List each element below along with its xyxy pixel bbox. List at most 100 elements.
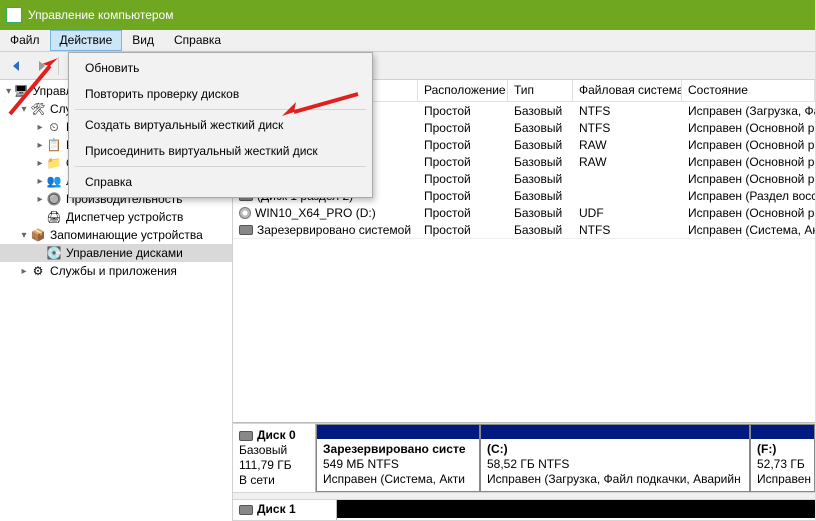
partition-size: 549 МБ NTFS xyxy=(323,457,473,472)
folder-icon: 📁 xyxy=(46,155,62,171)
partition-size: 58,52 ГБ NTFS xyxy=(487,457,743,472)
event-icon: 📋 xyxy=(46,137,62,153)
cd-icon xyxy=(239,207,251,219)
col-type[interactable]: Тип xyxy=(508,80,573,101)
disk0-type: Базовый xyxy=(239,443,309,458)
volume-layout: Простой xyxy=(418,172,508,186)
disk-map: Диск 0 Базовый 111,79 ГБ В сети Зарезерв… xyxy=(233,422,815,521)
volume-layout: Простой xyxy=(418,121,508,135)
services-icon: ⚙ xyxy=(30,263,46,279)
disk1-unallocated[interactable] xyxy=(337,500,815,518)
volume-type: Базовый xyxy=(508,104,573,118)
volume-fs: RAW xyxy=(573,138,682,152)
volume-type: Базовый xyxy=(508,138,573,152)
volume-name: Зарезервировано системой xyxy=(257,223,411,237)
partition-name: Зарезервировано систе xyxy=(323,442,473,457)
volume-layout: Простой xyxy=(418,155,508,169)
perf-icon: 🔘 xyxy=(46,191,62,207)
partition[interactable]: (F:)52,73 ГБИсправен xyxy=(750,424,815,492)
menu-action[interactable]: Действие xyxy=(50,30,123,51)
disk-icon xyxy=(239,431,253,441)
partition[interactable]: (C:)58,52 ГБ NTFSИсправен (Загрузка, Фай… xyxy=(480,424,750,492)
col-layout[interactable]: Расположение xyxy=(418,80,508,101)
volume-layout: Простой xyxy=(418,206,508,220)
dd-rescan[interactable]: Повторить проверку дисков xyxy=(71,81,370,107)
volume-fs: NTFS xyxy=(573,121,682,135)
tree-label: Управление дисками xyxy=(66,246,183,260)
volume-state: Исправен (Основной ра xyxy=(682,206,815,220)
dd-separator xyxy=(75,166,366,167)
partition[interactable]: Зарезервировано систе549 МБ NTFSИсправен… xyxy=(316,424,480,492)
col-fs[interactable]: Файловая система xyxy=(573,80,682,101)
menu-view[interactable]: Вид xyxy=(122,30,164,51)
tree-storage[interactable]: ▾ 📦 Запоминающие устройства xyxy=(0,226,232,244)
dd-create-vhd[interactable]: Создать виртуальный жесткий диск xyxy=(71,112,370,138)
volume-row[interactable]: WIN10_X64_PRO (D:)ПростойБазовыйUDFИспра… xyxy=(233,204,815,221)
toolbar-separator xyxy=(58,57,59,75)
disk-icon xyxy=(239,505,253,515)
volume-type: Базовый xyxy=(508,189,573,203)
device-icon: 🖨 xyxy=(46,209,62,225)
partition-strip xyxy=(751,425,814,439)
partition-strip xyxy=(317,425,479,439)
dd-separator xyxy=(75,109,366,110)
disk1-info[interactable]: Диск 1 xyxy=(233,500,337,520)
menu-file[interactable]: Файл xyxy=(0,30,50,51)
disk-icon xyxy=(239,225,253,235)
volume-state: Исправен (Основной ра xyxy=(682,172,815,186)
volume-row[interactable]: Зарезервировано системойПростойБазовыйNT… xyxy=(233,221,815,238)
volume-layout: Простой xyxy=(418,223,508,237)
nav-back-button[interactable] xyxy=(4,55,28,77)
arrow-left-icon xyxy=(13,61,19,71)
dd-help[interactable]: Справка xyxy=(71,169,370,195)
computer-icon: 🖥 xyxy=(13,83,28,99)
app-icon xyxy=(6,7,22,23)
chevron-right-icon: ▸ xyxy=(34,140,46,151)
dd-attach-vhd[interactable]: Присоединить виртуальный жесткий диск xyxy=(71,138,370,164)
partition-state: Исправен xyxy=(757,472,808,487)
tree-device-manager[interactable]: 🖨 Диспетчер устройств xyxy=(0,208,232,226)
chevron-down-icon: ▾ xyxy=(18,230,30,241)
tools-icon: 🛠 xyxy=(30,101,46,117)
chevron-down-icon: ▾ xyxy=(4,86,13,97)
chevron-right-icon: ▸ xyxy=(34,122,46,133)
partition-strip xyxy=(481,425,749,439)
volume-layout: Простой xyxy=(418,189,508,203)
disk-icon: 💽 xyxy=(46,245,62,261)
window-title: Управление компьютером xyxy=(28,8,173,22)
tree-label: Запоминающие устройства xyxy=(50,228,203,242)
chevron-down-icon: ▾ xyxy=(18,104,30,115)
volume-name: WIN10_X64_PRO (D:) xyxy=(255,206,376,220)
volume-state: Исправен (Раздел восст xyxy=(682,189,815,203)
dd-refresh[interactable]: Обновить xyxy=(71,55,370,81)
volume-state: Исправен (Загрузка, Фа xyxy=(682,104,815,118)
partition-state: Исправен (Система, Акти xyxy=(323,472,473,487)
volume-state: Исправен (Основной ра xyxy=(682,138,815,152)
chevron-right-icon: ▸ xyxy=(34,194,46,205)
action-dropdown: Обновить Повторить проверку дисков Созда… xyxy=(68,52,373,198)
arrow-right-icon xyxy=(39,61,45,71)
col-state[interactable]: Состояние xyxy=(682,80,815,101)
volume-fs: NTFS xyxy=(573,223,682,237)
clock-icon: ⏲ xyxy=(46,119,62,135)
volume-fs: UDF xyxy=(573,206,682,220)
menu-bar: Файл Действие Вид Справка xyxy=(0,30,815,52)
tree-disk-management[interactable]: 💽 Управление дисками xyxy=(0,244,232,262)
tree-services[interactable]: ▸ ⚙ Службы и приложения xyxy=(0,262,232,280)
volume-type: Базовый xyxy=(508,155,573,169)
disk0-size: 111,79 ГБ xyxy=(239,458,309,473)
partition-state: Исправен (Загрузка, Файл подкачки, Авари… xyxy=(487,472,743,487)
tree-label: Диспетчер устройств xyxy=(66,210,183,224)
chevron-right-icon: ▸ xyxy=(18,266,30,277)
disk0-title: Диск 0 xyxy=(257,428,296,443)
volume-fs: NTFS xyxy=(573,104,682,118)
volume-fs: RAW xyxy=(573,155,682,169)
disk0-info[interactable]: Диск 0 Базовый 111,79 ГБ В сети xyxy=(233,424,316,492)
computer-management-window: Управление компьютером Файл Действие Вид… xyxy=(0,0,816,521)
nav-forward-button[interactable] xyxy=(30,55,54,77)
chevron-right-icon: ▸ xyxy=(34,158,46,169)
storage-icon: 📦 xyxy=(30,227,46,243)
menu-help[interactable]: Справка xyxy=(164,30,231,51)
tree-label: Службы и приложения xyxy=(50,264,177,278)
title-bar: Управление компьютером xyxy=(0,0,815,30)
